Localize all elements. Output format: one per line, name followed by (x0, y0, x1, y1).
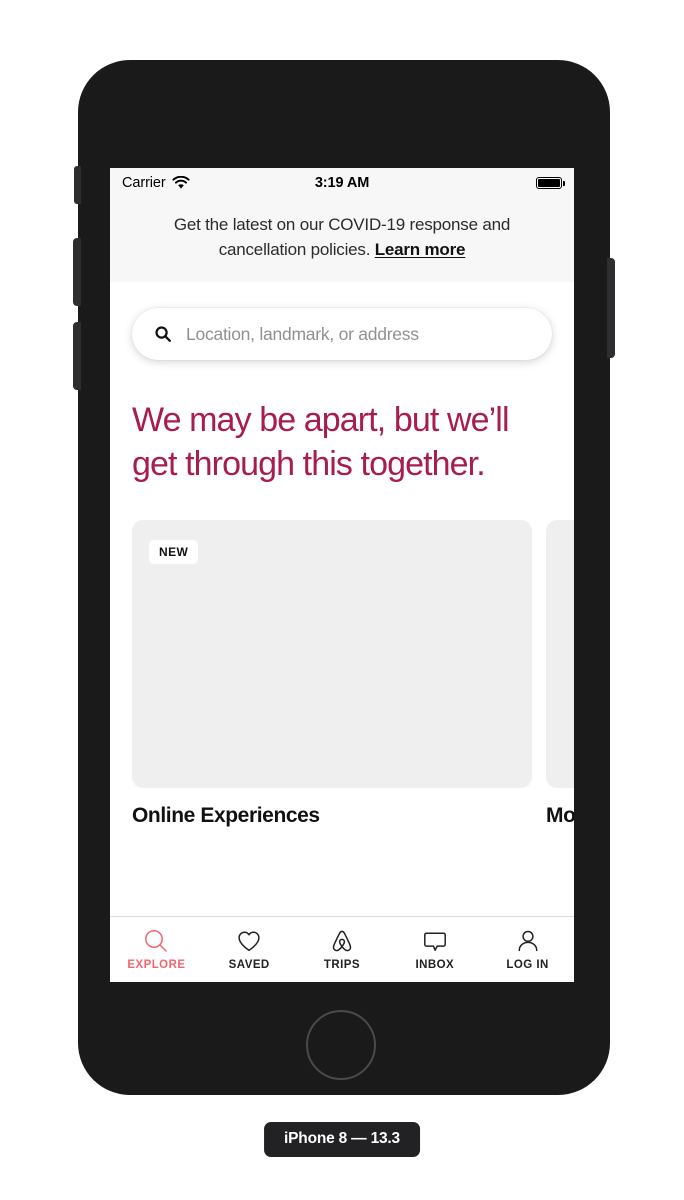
card-image-placeholder (546, 520, 574, 788)
tab-trips-label: TRIPS (323, 959, 361, 971)
volume-up-button[interactable] (73, 238, 81, 306)
screenshot-stage: Carrier 3:19 AM Get the latest on our CO… (0, 0, 684, 1200)
search-placeholder: Location, landmark, or address (186, 323, 419, 344)
covid-banner-text-line1: Get the latest on our COVID-19 response … (173, 215, 511, 234)
covid-banner-line1: Get the latest on our COVID-19 response … (144, 212, 540, 237)
learn-more-link[interactable]: Learn more (375, 240, 466, 259)
status-badge: NEW (149, 540, 199, 564)
search-icon (145, 930, 168, 952)
card-title: Monthly stays (546, 804, 574, 827)
carousel-card[interactable]: NEW Online Experiences (132, 520, 532, 828)
tab-login[interactable]: LOG IN (481, 928, 574, 971)
silent-switch-button[interactable] (74, 166, 81, 204)
tab-inbox[interactable]: INBOX (388, 928, 481, 971)
device-label-badge: iPhone 8 — 13.3 (264, 1122, 420, 1157)
tab-saved[interactable]: SAVED (203, 928, 296, 971)
tab-saved-label: SAVED (228, 959, 270, 971)
search-section: Location, landmark, or address (110, 282, 574, 360)
speech-bubble-icon (423, 932, 446, 951)
tab-trips[interactable]: TRIPS (296, 928, 389, 971)
volume-down-button[interactable] (73, 322, 81, 390)
home-button[interactable] (306, 1010, 376, 1080)
tab-explore-label: EXPLORE (127, 959, 186, 971)
card-image-placeholder: NEW (132, 520, 532, 788)
covid-banner: Get the latest on our COVID-19 response … (110, 198, 574, 282)
power-button[interactable] (607, 258, 615, 358)
covid-banner-text-line2: cancellation policies. (218, 240, 371, 259)
main-content: Location, landmark, or address We may be… (110, 282, 574, 916)
status-bar-right (536, 177, 565, 189)
carousel-card[interactable]: Monthly stays (546, 520, 574, 828)
battery-full-icon (536, 177, 565, 189)
battery-fill (538, 179, 560, 187)
status-bar-time: 3:19 AM (314, 175, 370, 191)
person-icon (518, 930, 538, 952)
status-bar: Carrier 3:19 AM (110, 168, 574, 198)
search-input[interactable]: Location, landmark, or address (132, 308, 552, 360)
tab-login-label: LOG IN (506, 959, 549, 971)
tab-bar: EXPLORE SAVED TRIPS INBOX LOG IN (110, 916, 574, 982)
tab-inbox-label: INBOX (415, 959, 455, 971)
card-title: Online Experiences (132, 804, 320, 827)
covid-banner-line2: cancellation policies. Learn more (144, 237, 540, 262)
heart-icon (238, 931, 260, 952)
page-title: We may be apart, but we’ll get through t… (132, 401, 510, 483)
tab-explore[interactable]: EXPLORE (110, 928, 203, 971)
airbnb-belo-icon (332, 930, 352, 952)
phone-screen: Carrier 3:19 AM Get the latest on our CO… (110, 168, 574, 982)
card-carousel[interactable]: NEW Online Experiences Monthly stays (110, 520, 574, 828)
search-icon (155, 326, 171, 342)
